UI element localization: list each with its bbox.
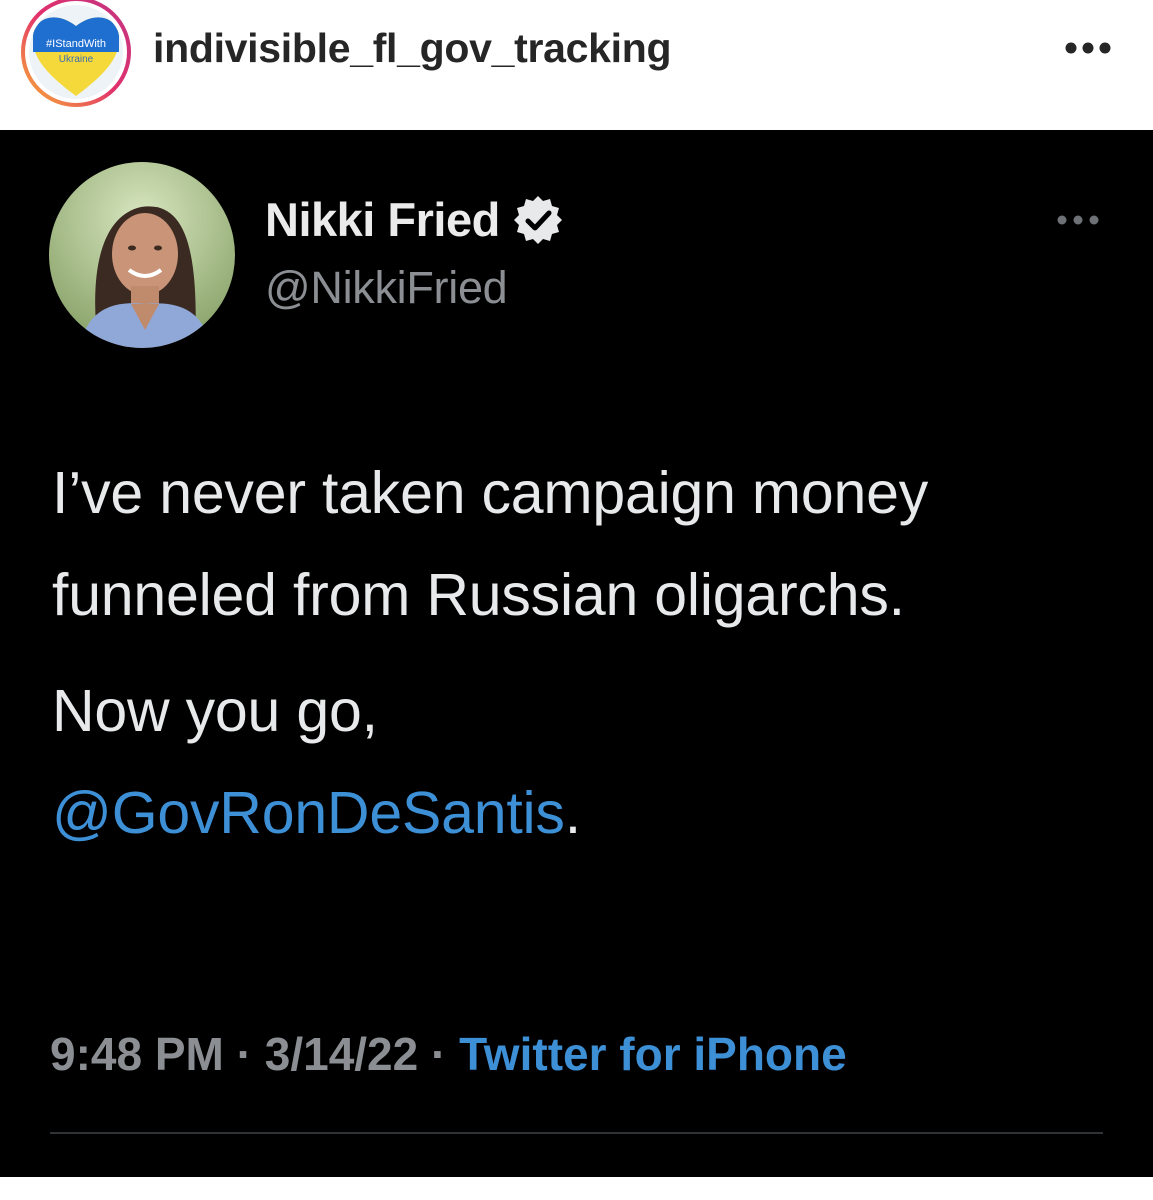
verified-badge-icon [513, 196, 562, 244]
meta-separator-2: · [418, 1028, 460, 1080]
mention-link[interactable]: @GovRonDeSantis [52, 780, 565, 846]
tweet-metadata: 9:48 PM · 3/14/22 · Twitter for iPhone [50, 1025, 847, 1083]
tweet-paragraph-2: Now you go, @GovRonDeSantis. [52, 660, 1112, 864]
more-horizontal-icon[interactable] [1064, 40, 1112, 56]
avatar-text-bottom: Ukraine [59, 54, 94, 65]
tweet-time[interactable]: 9:48 PM [50, 1028, 224, 1080]
tweet-screenshot: Nikki Fried @NikkiFried I’ve never taken… [0, 130, 1153, 1177]
tweet-paragraph-1: I’ve never taken campaign money funneled… [52, 460, 929, 628]
meta-separator: · [223, 1028, 265, 1080]
profile-avatar[interactable]: #IStandWith Ukraine [19, 0, 133, 108]
tweet-body: I’ve never taken campaign money funneled… [52, 442, 1112, 864]
tweet-source-link[interactable]: Twitter for iPhone [459, 1028, 847, 1080]
tweet-more-icon[interactable] [1056, 214, 1100, 226]
tweet-handle[interactable]: @NikkiFried [265, 260, 508, 316]
tweet-paragraph-2-prefix: Now you go, [52, 678, 378, 744]
tweet-date[interactable]: 3/14/22 [265, 1028, 418, 1080]
divider [50, 1132, 1103, 1134]
tweet-display-name[interactable]: Nikki Fried [265, 192, 500, 248]
tweet-paragraph-2-suffix: . [564, 780, 581, 846]
tweet-author-avatar [49, 162, 235, 348]
avatar-text-top: #IStandWith [46, 38, 106, 50]
tweet-author-row: Nikki Fried [265, 192, 564, 248]
post-username[interactable]: indivisible_fl_gov_tracking [153, 22, 672, 74]
instagram-post-header: #IStandWith Ukraine indivisible_fl_gov_t… [0, 0, 1153, 130]
